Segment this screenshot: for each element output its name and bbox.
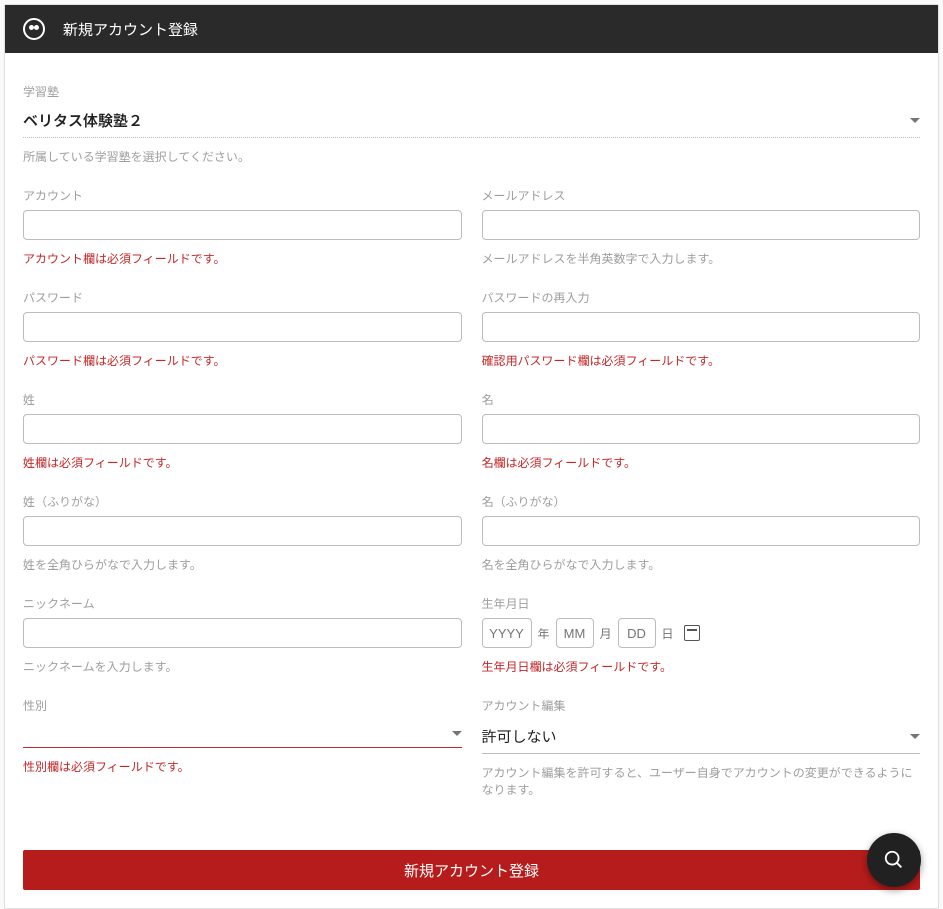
school-field: 学習塾 ベリタス体験塾２ 所属している学習塾を選択してください。: [23, 83, 920, 165]
email-helper: メールアドレスを半角英数字で入力します。: [482, 250, 921, 267]
birthday-day-input[interactable]: [618, 618, 656, 648]
password-error: パスワード欄は必須フィールドです。: [23, 352, 462, 369]
card-header: 新規アカウント登録: [5, 5, 938, 53]
chevron-down-icon: [452, 731, 462, 736]
account-error: アカウント欄は必須フィールドです。: [23, 250, 462, 267]
school-value: ベリタス体験塾２: [23, 110, 143, 131]
password-field: パスワード パスワード欄は必須フィールドです。: [23, 289, 462, 369]
gender-error: 性別欄は必須フィールドです。: [23, 758, 462, 775]
lastname-input[interactable]: [23, 414, 462, 444]
lastname-kana-input[interactable]: [23, 516, 462, 546]
firstname-input[interactable]: [482, 414, 921, 444]
email-field: メールアドレス メールアドレスを半角英数字で入力します。: [482, 187, 921, 267]
lastname-label: 姓: [23, 391, 462, 408]
school-helper: 所属している学習塾を選択してください。: [23, 148, 920, 165]
firstname-kana-field: 名（ふりがな） 名を全角ひらがなで入力します。: [482, 493, 921, 573]
account-edit-label: アカウント編集: [482, 697, 921, 714]
face-icon: [23, 18, 45, 40]
gender-label: 性別: [23, 697, 462, 714]
password-confirm-error: 確認用パスワード欄は必須フィールドです。: [482, 352, 921, 369]
school-label: 学習塾: [23, 83, 920, 100]
firstname-kana-input[interactable]: [482, 516, 921, 546]
search-fab[interactable]: [867, 833, 921, 887]
email-input[interactable]: [482, 210, 921, 240]
lastname-kana-helper: 姓を全角ひらがなで入力します。: [23, 556, 462, 573]
birthday-field: 生年月日 年 月 日 生年月日欄は必須フィールドです。: [482, 595, 921, 675]
month-unit: 月: [600, 625, 612, 642]
account-edit-field: アカウント編集 許可しない アカウント編集を許可すると、ユーザー自身でアカウント…: [482, 697, 921, 798]
submit-button[interactable]: 新規アカウント登録: [23, 850, 920, 890]
registration-card: 新規アカウント登録 学習塾 ベリタス体験塾２ 所属している学習塾を選択してくださ…: [4, 4, 939, 909]
email-label: メールアドレス: [482, 187, 921, 204]
account-input[interactable]: [23, 210, 462, 240]
firstname-label: 名: [482, 391, 921, 408]
password-input[interactable]: [23, 312, 462, 342]
account-edit-helper: アカウント編集を許可すると、ユーザー自身でアカウントの変更ができるようになります…: [482, 764, 921, 798]
account-label: アカウント: [23, 187, 462, 204]
account-edit-value: 許可しない: [482, 726, 557, 747]
firstname-field: 名 名欄は必須フィールドです。: [482, 391, 921, 471]
firstname-kana-label: 名（ふりがな）: [482, 493, 921, 510]
birthday-row: 年 月 日: [482, 618, 921, 648]
form-body: 学習塾 ベリタス体験塾２ 所属している学習塾を選択してください。 アカウント ア…: [5, 53, 938, 908]
lastname-field: 姓 姓欄は必須フィールドです。: [23, 391, 462, 471]
page-title: 新規アカウント登録: [63, 19, 198, 40]
birthday-month-input[interactable]: [556, 618, 594, 648]
school-select[interactable]: ベリタス体験塾２: [23, 106, 920, 138]
password-confirm-label: パスワードの再入力: [482, 289, 921, 306]
firstname-error: 名欄は必須フィールドです。: [482, 454, 921, 471]
birthday-error: 生年月日欄は必須フィールドです。: [482, 658, 921, 675]
day-unit: 日: [662, 625, 674, 642]
search-icon: [883, 849, 905, 871]
nickname-field: ニックネーム ニックネームを入力します。: [23, 595, 462, 675]
gender-select[interactable]: [23, 720, 462, 748]
birthday-label: 生年月日: [482, 595, 921, 612]
nickname-input[interactable]: [23, 618, 462, 648]
nickname-label: ニックネーム: [23, 595, 462, 612]
calendar-icon[interactable]: [684, 625, 700, 641]
chevron-down-icon: [910, 118, 920, 123]
lastname-kana-label: 姓（ふりがな）: [23, 493, 462, 510]
password-confirm-field: パスワードの再入力 確認用パスワード欄は必須フィールドです。: [482, 289, 921, 369]
account-edit-select[interactable]: 許可しない: [482, 720, 921, 754]
year-unit: 年: [538, 625, 550, 642]
birthday-year-input[interactable]: [482, 618, 532, 648]
lastname-error: 姓欄は必須フィールドです。: [23, 454, 462, 471]
gender-field: 性別 性別欄は必須フィールドです。: [23, 697, 462, 798]
firstname-kana-helper: 名を全角ひらがなで入力します。: [482, 556, 921, 573]
password-confirm-input[interactable]: [482, 312, 921, 342]
password-label: パスワード: [23, 289, 462, 306]
lastname-kana-field: 姓（ふりがな） 姓を全角ひらがなで入力します。: [23, 493, 462, 573]
nickname-helper: ニックネームを入力します。: [23, 658, 462, 675]
account-field: アカウント アカウント欄は必須フィールドです。: [23, 187, 462, 267]
chevron-down-icon: [910, 734, 920, 739]
